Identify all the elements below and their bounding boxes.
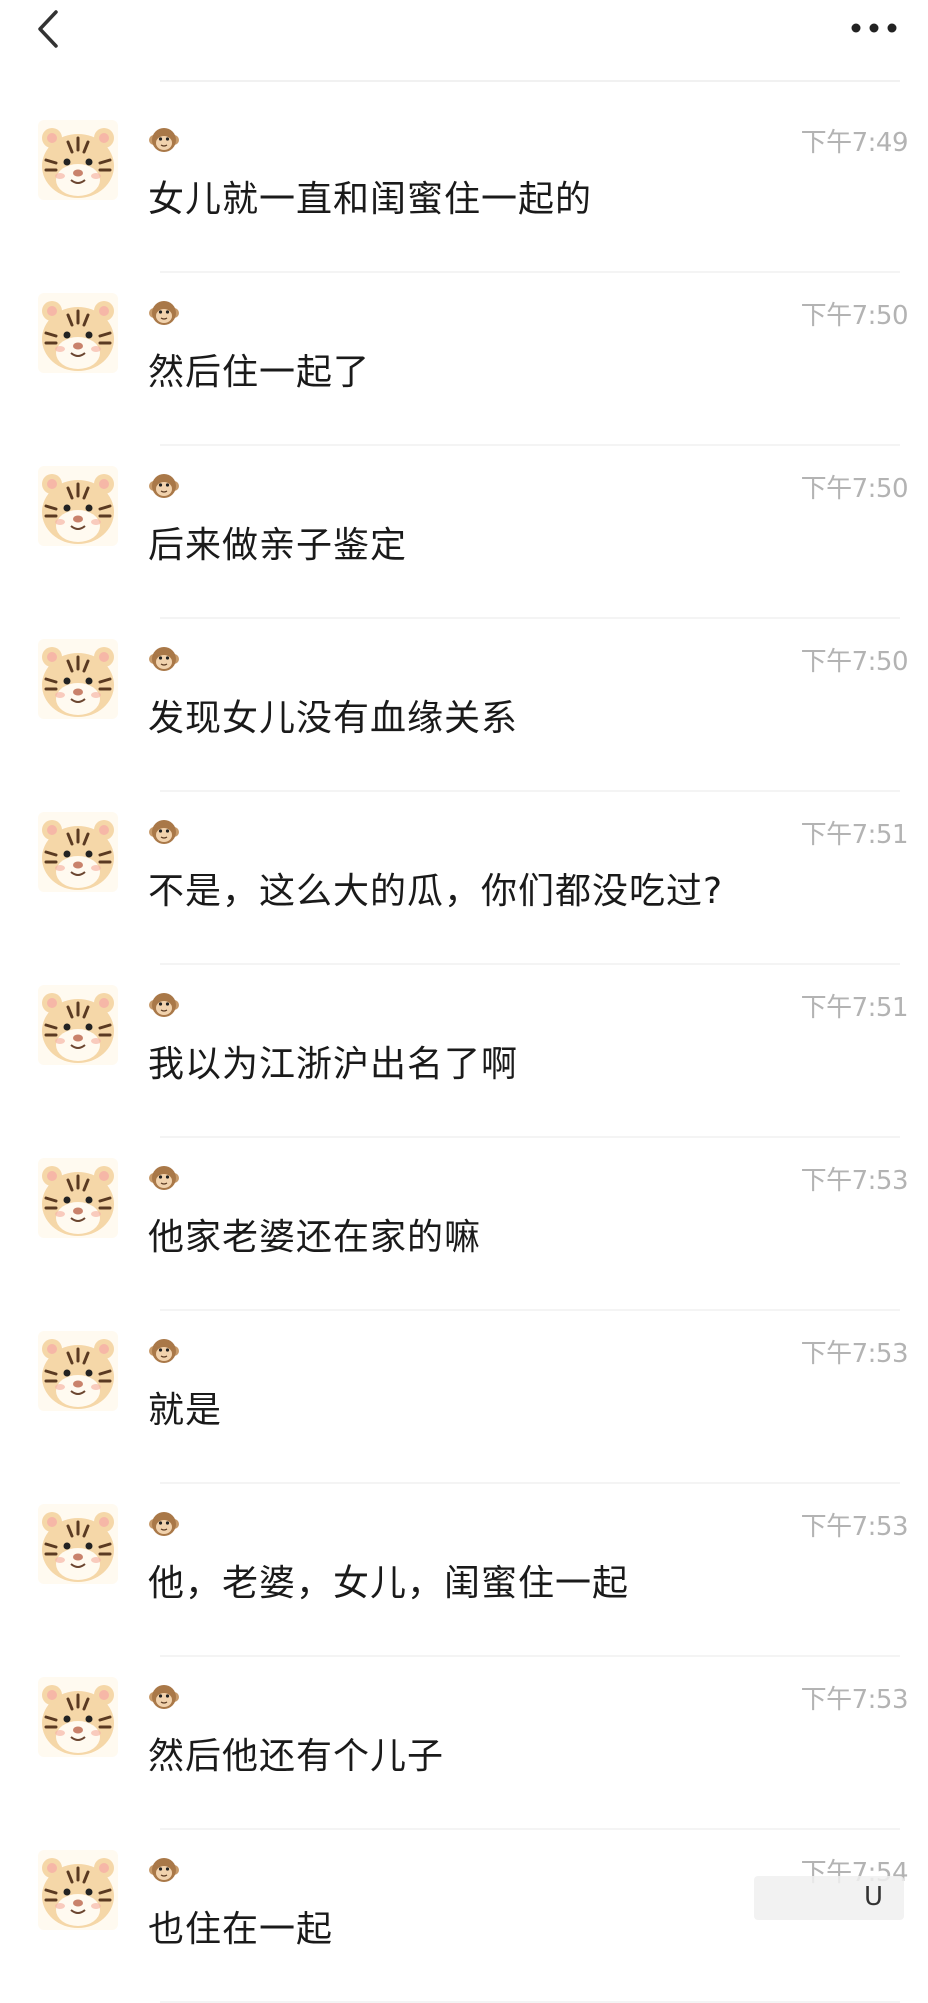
message-text: 就是 xyxy=(148,1390,223,1431)
tiger-avatar-icon[interactable] xyxy=(38,1850,118,1930)
message-text: 女儿就一直和闺蜜住一起的 xyxy=(148,179,593,220)
message-timestamp: 下午7:53 xyxy=(800,1166,909,1196)
tiger-avatar-icon[interactable] xyxy=(38,1158,118,1238)
chat-message[interactable]: 下午7:53 他，老婆，女儿，闺蜜住一起 xyxy=(0,1484,928,1657)
more-button[interactable] xyxy=(844,10,904,46)
message-text: 也住在一起 xyxy=(148,1909,334,1950)
chat-message[interactable]: 下午7:49 女儿就一直和闺蜜住一起的 xyxy=(0,100,928,273)
tiger-avatar-icon[interactable] xyxy=(38,639,118,719)
message-text: 后来做亲子鉴定 xyxy=(148,525,408,566)
watermark-text: U xyxy=(864,1882,884,1912)
tiger-avatar-icon[interactable] xyxy=(38,812,118,892)
chat-message[interactable]: 下午7:53 就是 xyxy=(0,1311,928,1484)
tiger-avatar-icon[interactable] xyxy=(38,466,118,546)
message-text: 然后他还有个儿子 xyxy=(148,1736,445,1777)
header-divider xyxy=(160,80,900,82)
tiger-avatar-icon[interactable] xyxy=(38,1504,118,1584)
chat-message[interactable]: 下午7:53 然后他还有个儿子 xyxy=(0,1657,928,1830)
monkey-emoji-icon[interactable] xyxy=(148,816,180,848)
message-timestamp: 下午7:51 xyxy=(800,820,909,850)
chat-message-list: 下午7:49 女儿就一直和闺蜜住一起的 下午7:50 然后住一起了 下午7:50… xyxy=(0,100,928,2003)
monkey-emoji-icon[interactable] xyxy=(148,124,180,156)
watermark: U xyxy=(754,1876,904,1920)
monkey-emoji-icon[interactable] xyxy=(148,1162,180,1194)
message-timestamp: 下午7:53 xyxy=(800,1339,909,1369)
tiger-avatar-icon[interactable] xyxy=(38,293,118,373)
monkey-emoji-icon[interactable] xyxy=(148,297,180,329)
chat-message[interactable]: 下午7:51 不是，这么大的瓜，你们都没吃过? xyxy=(0,792,928,965)
message-timestamp: 下午7:53 xyxy=(800,1512,909,1542)
chat-message[interactable]: 下午7:51 我以为江浙沪出名了啊 xyxy=(0,965,928,1138)
chat-message[interactable]: 下午7:50 然后住一起了 xyxy=(0,273,928,446)
monkey-emoji-icon[interactable] xyxy=(148,470,180,502)
chat-message[interactable]: 下午7:50 发现女儿没有血缘关系 xyxy=(0,619,928,792)
more-horizontal-icon xyxy=(851,23,897,33)
top-bar xyxy=(0,0,928,82)
message-text: 我以为江浙沪出名了啊 xyxy=(148,1044,519,1085)
monkey-emoji-icon[interactable] xyxy=(148,989,180,1021)
tiger-avatar-icon[interactable] xyxy=(38,120,118,200)
monkey-emoji-icon[interactable] xyxy=(148,1335,180,1367)
message-timestamp: 下午7:50 xyxy=(800,301,909,331)
message-timestamp: 下午7:53 xyxy=(800,1685,909,1715)
monkey-emoji-icon[interactable] xyxy=(148,1681,180,1713)
chat-message[interactable]: 下午7:50 后来做亲子鉴定 xyxy=(0,446,928,619)
message-timestamp: 下午7:51 xyxy=(800,993,909,1023)
tiger-avatar-icon[interactable] xyxy=(38,1331,118,1411)
message-text: 他，老婆，女儿，闺蜜住一起 xyxy=(148,1563,630,1604)
message-text: 不是，这么大的瓜，你们都没吃过? xyxy=(148,871,724,912)
chevron-left-icon xyxy=(38,10,58,48)
chat-message[interactable]: 下午7:53 他家老婆还在家的嘛 xyxy=(0,1138,928,1311)
message-timestamp: 下午7:49 xyxy=(800,128,909,158)
back-button[interactable] xyxy=(28,4,68,54)
message-text: 然后住一起了 xyxy=(148,352,371,393)
monkey-emoji-icon[interactable] xyxy=(148,643,180,675)
tiger-avatar-icon[interactable] xyxy=(38,985,118,1065)
message-text: 发现女儿没有血缘关系 xyxy=(148,698,519,739)
message-text: 他家老婆还在家的嘛 xyxy=(148,1217,482,1258)
monkey-emoji-icon[interactable] xyxy=(148,1508,180,1540)
monkey-emoji-icon[interactable] xyxy=(148,1854,180,1886)
message-timestamp: 下午7:50 xyxy=(800,647,909,677)
message-timestamp: 下午7:50 xyxy=(800,474,909,504)
tiger-avatar-icon[interactable] xyxy=(38,1677,118,1757)
